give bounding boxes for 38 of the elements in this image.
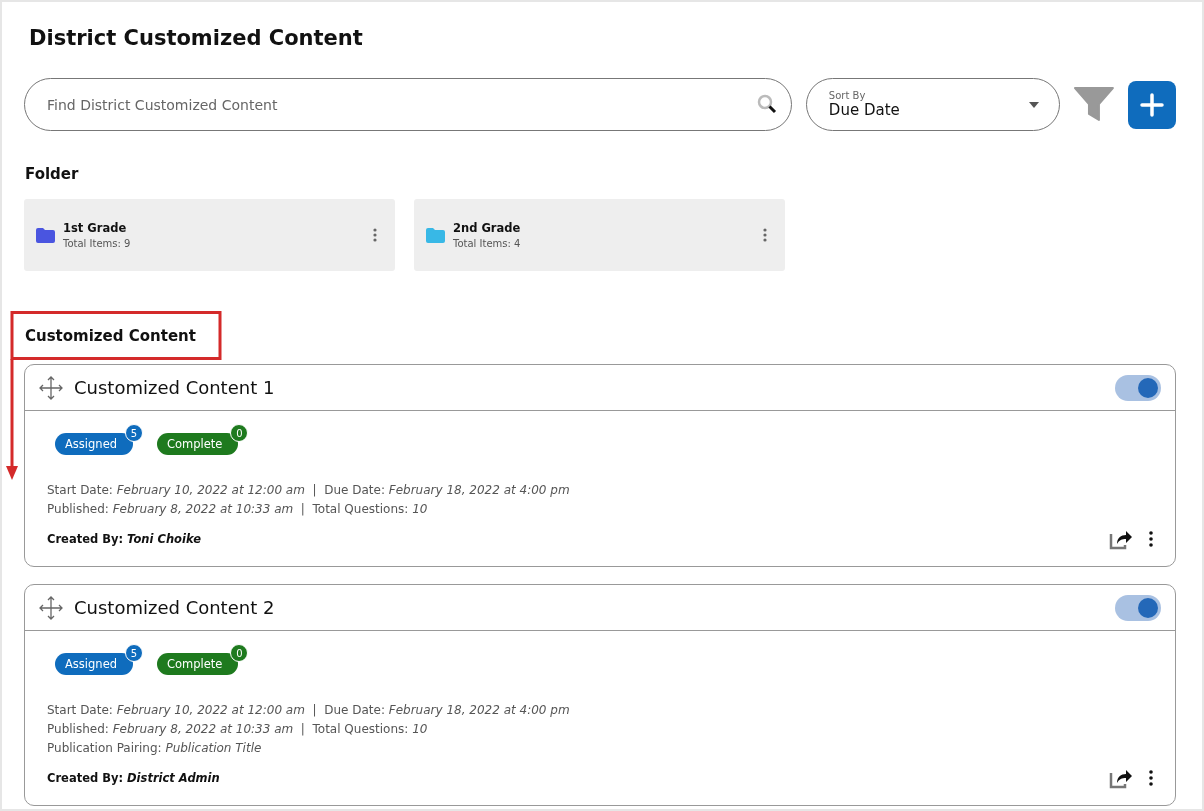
toggle-switch[interactable] bbox=[1115, 594, 1161, 621]
details-text: Start Date: February 10, 2022 at 12:00 am | Due Date: February 18, 2022 at 4:00 pm bbox=[47, 483, 571, 497]
plus-icon bbox=[1140, 92, 1165, 117]
details-text: Publication Pairing: Publication Title bbox=[47, 741, 263, 755]
move-icon[interactable] bbox=[39, 595, 63, 620]
share-icon[interactable] bbox=[1109, 767, 1133, 789]
sort-label: Sort By bbox=[828, 90, 867, 101]
count-badge: 5 bbox=[125, 644, 143, 662]
search-field[interactable]: Find District Customized Content bbox=[24, 78, 792, 131]
page-title: District Customized Content bbox=[29, 26, 364, 52]
card-title: Customized Content 1 bbox=[74, 377, 276, 398]
more-options-icon[interactable] bbox=[1149, 770, 1153, 786]
move-icon[interactable] bbox=[39, 375, 63, 400]
search-icon bbox=[755, 93, 778, 115]
details-text: Start Date: February 10, 2022 at 12:00 am | Due Date: February 18, 2022 at 4:00 pm bbox=[47, 703, 571, 717]
folder-name: 2nd Grade bbox=[453, 221, 522, 235]
share-icon[interactable] bbox=[1109, 528, 1133, 550]
caret-icon bbox=[1029, 101, 1040, 108]
more-options-icon[interactable] bbox=[1149, 531, 1153, 547]
sort-value: Due Date bbox=[828, 101, 900, 119]
count-badge: 5 bbox=[125, 424, 143, 442]
section-heading: Customized Content bbox=[24, 326, 197, 347]
details-text: Published: February 8, 2022 at 10:33 am | Total Questions: 10 bbox=[47, 502, 429, 516]
created-by-text: Created By: District Admin bbox=[47, 771, 221, 785]
folder-count: Total Items: 9 bbox=[63, 238, 132, 249]
folder-card[interactable]: 1st Grade Total Items: 9 bbox=[24, 199, 395, 271]
filter-icon[interactable] bbox=[1074, 86, 1115, 123]
folder-card[interactable]: 2nd Grade Total Items: 4 bbox=[414, 199, 785, 271]
folder-count: Total Items: 4 bbox=[453, 238, 522, 249]
folder-heading: Folder bbox=[25, 165, 80, 183]
details-text: Published: February 8, 2022 at 10:33 am | Total Questions: 10 bbox=[47, 722, 429, 736]
add-button[interactable] bbox=[1128, 80, 1176, 129]
count-badge: 0 bbox=[230, 424, 249, 442]
created-by-text: Created By: Toni Choike bbox=[47, 532, 202, 546]
toggle-switch[interactable] bbox=[1115, 374, 1161, 401]
folder-name: 1st Grade bbox=[63, 221, 128, 235]
count-badge: 0 bbox=[230, 644, 249, 662]
card-title: Customized Content 2 bbox=[74, 597, 276, 618]
